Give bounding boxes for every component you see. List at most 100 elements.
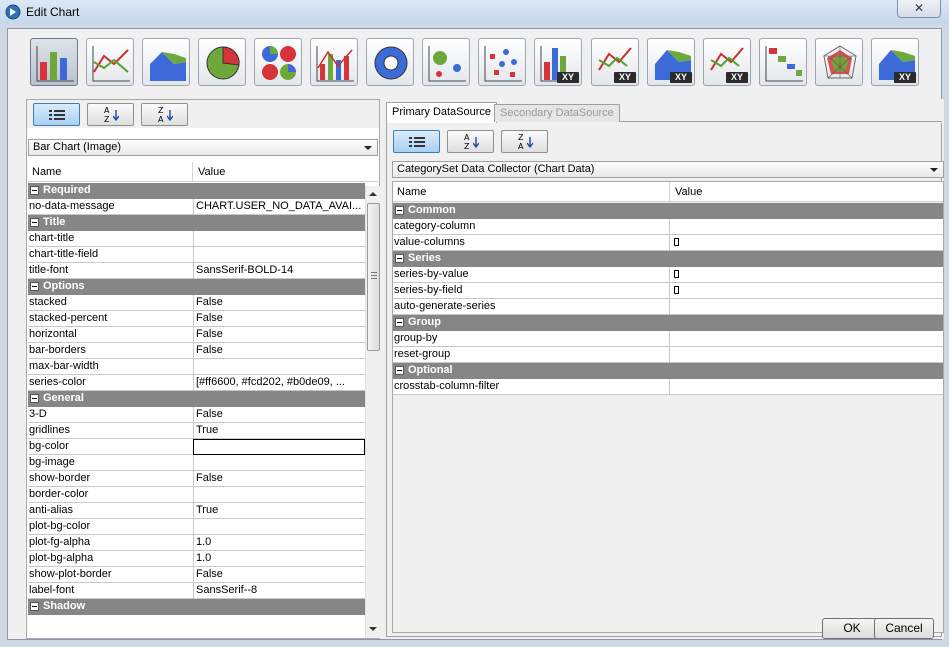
categorized-view-button[interactable] [393, 130, 440, 153]
property-row[interactable]: stacked-percent False [28, 311, 365, 327]
area-chart-button[interactable] [142, 38, 190, 86]
group-header-common[interactable]: Common [393, 203, 943, 219]
property-value[interactable]: SansSerif-BOLD-14 [196, 264, 363, 276]
sort-ascending-button[interactable]: A Z [87, 103, 134, 126]
group-header-general[interactable]: General [28, 391, 365, 407]
group-header-series[interactable]: Series [393, 251, 943, 267]
property-value[interactable]: [#ff6600, #fcd202, #b0de09, ... [196, 376, 363, 388]
xy-bar-chart-button[interactable]: XY [534, 38, 582, 86]
empty-list-value[interactable] [674, 268, 679, 280]
sort-descending-button[interactable]: Z A [501, 130, 548, 153]
property-value[interactable]: False [196, 328, 363, 340]
xy-area-chart-button[interactable]: XY [647, 38, 695, 86]
property-row[interactable]: plot-fg-alpha 1.0 [28, 535, 365, 551]
property-row[interactable]: series-color [#ff6600, #fcd202, #b0de09, … [28, 375, 365, 391]
group-header-options[interactable]: Options [28, 279, 365, 295]
scrollbar-thumb[interactable] [367, 203, 380, 351]
property-value[interactable]: False [196, 312, 363, 324]
collapse-icon[interactable] [30, 186, 39, 195]
waterfall-chart-button[interactable] [759, 38, 807, 86]
collapse-icon[interactable] [395, 366, 404, 375]
close-button[interactable]: ✕ [897, 0, 941, 18]
data-collector-select[interactable]: CategorySet Data Collector (Chart Data) [392, 161, 944, 178]
property-row[interactable]: chart-title [28, 231, 365, 247]
property-row[interactable]: crosstab-column-filter [393, 379, 943, 395]
pie-chart-button[interactable] [198, 38, 246, 86]
sort-descending-button[interactable]: Z A [141, 103, 188, 126]
tab-secondary-datasource[interactable]: Secondary DataSource [494, 104, 620, 122]
property-value[interactable]: False [196, 408, 363, 420]
property-row[interactable]: anti-alias True [28, 503, 365, 519]
group-header-title[interactable]: Title [28, 215, 365, 231]
property-row[interactable]: bar-borders False [28, 343, 365, 359]
bubble-chart-button[interactable] [422, 38, 470, 86]
property-row[interactable]: gridlines True [28, 423, 365, 439]
multi-pie-chart-button[interactable] [254, 38, 302, 86]
xy-line-chart-button[interactable]: XY [591, 38, 639, 86]
property-value[interactable]: True [196, 424, 363, 436]
group-header-group[interactable]: Group [393, 315, 943, 331]
property-value[interactable]: True [196, 504, 363, 516]
cancel-button[interactable]: Cancel [874, 618, 934, 639]
property-row[interactable]: stacked False [28, 295, 365, 311]
collapse-icon[interactable] [30, 218, 39, 227]
property-value[interactable]: SansSerif--8 [196, 584, 363, 596]
bar-line-chart-button[interactable] [310, 38, 358, 86]
property-row[interactable]: auto-generate-series [393, 299, 943, 315]
property-value[interactable]: 1.0 [196, 552, 363, 564]
xy-line-chart-2-button[interactable]: XY [703, 38, 751, 86]
property-row[interactable]: border-color [28, 487, 365, 503]
property-row[interactable]: bg-color [28, 439, 365, 455]
collapse-icon[interactable] [395, 254, 404, 263]
property-value[interactable]: CHART.USER_NO_DATA_AVAI... [196, 200, 363, 212]
group-header-shadow[interactable]: Shadow [28, 599, 365, 615]
property-row[interactable]: category-column [393, 219, 943, 235]
property-row[interactable]: max-bar-width [28, 359, 365, 375]
scatter-chart-button[interactable] [478, 38, 526, 86]
bar-chart-button[interactable] [30, 38, 78, 86]
value-editor[interactable] [193, 439, 365, 455]
property-row[interactable]: series-by-value [393, 267, 943, 283]
property-row[interactable]: value-columns [393, 235, 943, 251]
collapse-icon[interactable] [395, 206, 404, 215]
property-row[interactable]: plot-bg-color [28, 519, 365, 535]
property-row[interactable]: label-font SansSerif--8 [28, 583, 365, 599]
categorized-view-button[interactable] [33, 103, 80, 126]
ok-button[interactable]: OK [822, 618, 882, 639]
tab-primary-datasource[interactable]: Primary DataSource [386, 102, 498, 123]
property-row[interactable]: 3-D False [28, 407, 365, 423]
property-row[interactable]: title-font SansSerif-BOLD-14 [28, 263, 365, 279]
property-row[interactable]: group-by [393, 331, 943, 347]
ring-chart-button[interactable] [366, 38, 414, 86]
collapse-icon[interactable] [30, 282, 39, 291]
group-header-optional[interactable]: Optional [393, 363, 943, 379]
collapse-icon[interactable] [30, 394, 39, 403]
property-value[interactable]: False [196, 568, 363, 580]
empty-list-value[interactable] [674, 236, 679, 248]
property-row[interactable]: series-by-field [393, 283, 943, 299]
xy-area-chart-2-button[interactable]: XY [871, 38, 919, 86]
property-value[interactable]: False [196, 344, 363, 356]
property-value[interactable]: False [196, 472, 363, 484]
sort-ascending-button[interactable]: A Z [447, 130, 494, 153]
line-chart-button[interactable] [86, 38, 134, 86]
property-row[interactable]: no-data-message CHART.USER_NO_DATA_AVAI..… [28, 199, 365, 215]
chart-type-select[interactable]: Bar Chart (Image) [28, 139, 378, 156]
window-title: Edit Chart [26, 5, 80, 19]
radar-chart-button[interactable] [815, 38, 863, 86]
collapse-icon[interactable] [30, 602, 39, 611]
property-row[interactable]: chart-title-field [28, 247, 365, 263]
property-value[interactable]: False [196, 296, 363, 308]
property-row[interactable]: plot-bg-alpha 1.0 [28, 551, 365, 567]
property-row[interactable]: bg-image [28, 455, 365, 471]
property-row[interactable]: horizontal False [28, 327, 365, 343]
property-row[interactable]: reset-group [393, 347, 943, 363]
property-row[interactable]: show-border False [28, 471, 365, 487]
property-value[interactable]: 1.0 [196, 536, 363, 548]
chevron-down-icon [364, 146, 372, 150]
collapse-icon[interactable] [395, 318, 404, 327]
property-row[interactable]: show-plot-border False [28, 567, 365, 583]
group-header-required[interactable]: Required [28, 183, 365, 199]
left-scrollbar[interactable] [365, 186, 380, 638]
empty-list-value[interactable] [674, 284, 679, 296]
